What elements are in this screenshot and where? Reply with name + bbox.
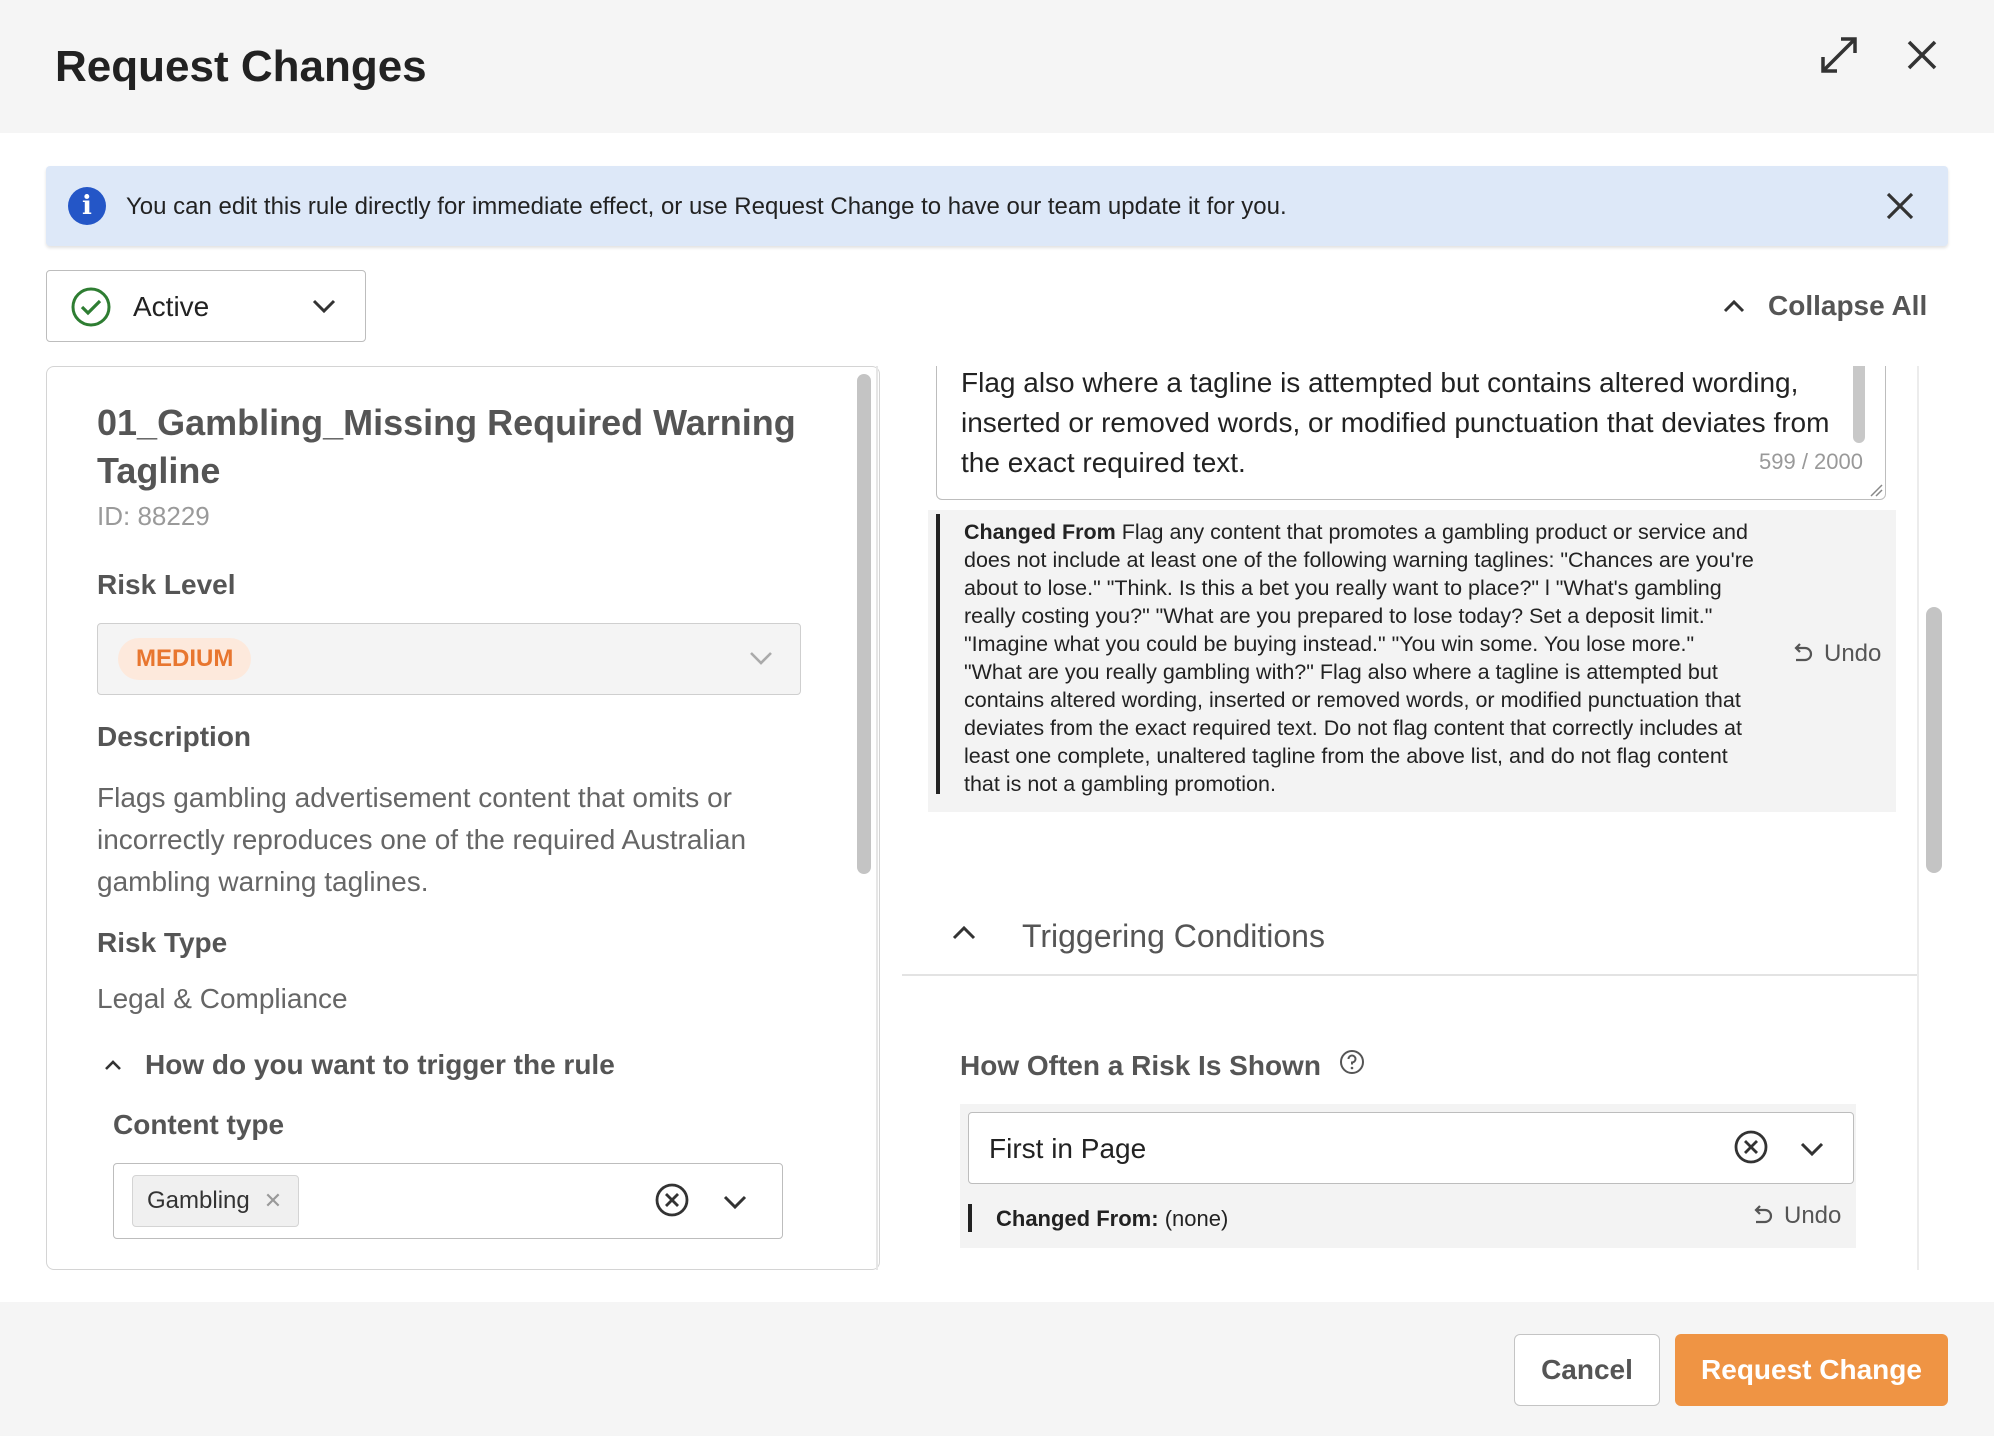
changed-indicator-bar bbox=[968, 1204, 972, 1232]
prompt-textarea[interactable]: Flag also where a tagline is attempted b… bbox=[936, 366, 1886, 500]
close-icon[interactable] bbox=[1880, 186, 1920, 226]
description-text: Flags gambling advertisement content tha… bbox=[97, 782, 747, 897]
status-value: Active bbox=[133, 291, 210, 322]
check-circle-icon bbox=[71, 287, 111, 327]
rule-id: ID: 88229 bbox=[97, 501, 210, 531]
content-type-tag: Gambling ✕ bbox=[132, 1175, 300, 1227]
prompt-changed-from: Changed From Flag any content that promo… bbox=[928, 510, 1896, 812]
changed-from-value: Flag any content that promotes a gamblin… bbox=[964, 520, 1754, 796]
undo-label: Undo bbox=[1824, 640, 1882, 667]
cancel-button[interactable]: Cancel bbox=[1514, 1334, 1660, 1406]
rule-name: 01_Gambling_Missing Required Warning Tag… bbox=[97, 402, 796, 491]
triggering-conditions-toggle[interactable]: Triggering Conditions bbox=[902, 894, 1918, 976]
changed-indicator-bar bbox=[936, 514, 940, 794]
remove-tag-icon[interactable]: ✕ bbox=[264, 1188, 282, 1214]
frequency-label: How Often a Risk Is Shown bbox=[960, 1050, 1321, 1081]
right-panel-divider bbox=[1917, 366, 1919, 1270]
undo-button[interactable]: Undo bbox=[1790, 640, 1881, 668]
status-select[interactable]: Active bbox=[46, 270, 366, 342]
chevron-down-icon bbox=[750, 652, 772, 665]
info-banner-text: You can edit this rule directly for imme… bbox=[126, 193, 1287, 220]
chevron-down-icon bbox=[312, 299, 336, 314]
description-label: Description bbox=[97, 721, 252, 752]
help-icon[interactable] bbox=[1338, 1048, 1366, 1076]
undo-icon bbox=[1754, 1205, 1773, 1224]
triggering-conditions-title: Triggering Conditions bbox=[1022, 918, 1325, 954]
frequency-field-wrap: First in Page Changed From: (none) Undo bbox=[960, 1104, 1856, 1248]
undo-button[interactable]: Undo bbox=[1750, 1202, 1841, 1230]
changed-from-text: Changed From Flag any content that promo… bbox=[964, 518, 1754, 798]
chevron-down-icon bbox=[723, 1195, 747, 1210]
clear-circle-icon[interactable] bbox=[654, 1182, 690, 1218]
prompt-scrollbar[interactable] bbox=[1853, 366, 1865, 443]
risk-type-label: Risk Type bbox=[97, 927, 228, 958]
frequency-value: First in Page bbox=[989, 1133, 1147, 1164]
chevron-up-icon bbox=[952, 925, 976, 940]
prompt-char-count: 599 / 2000 bbox=[1759, 449, 1863, 474]
chevron-up-icon bbox=[1723, 299, 1745, 313]
rule-edit-panel: Flag also where a tagline is attempted b… bbox=[902, 366, 1918, 1270]
risk-type-value: Legal & Compliance bbox=[97, 983, 348, 1014]
changed-from-value: (none) bbox=[1164, 1206, 1229, 1231]
info-icon: i bbox=[68, 187, 106, 225]
risk-level-select[interactable]: MEDIUM bbox=[97, 623, 801, 695]
undo-label: Undo bbox=[1784, 1202, 1842, 1229]
clear-circle-icon[interactable] bbox=[1733, 1129, 1769, 1165]
changed-from-label: Changed From bbox=[964, 520, 1116, 544]
risk-level-label: Risk Level bbox=[97, 569, 236, 600]
risk-level-badge: MEDIUM bbox=[118, 638, 252, 680]
collapse-all-button[interactable]: Collapse All bbox=[1722, 290, 1927, 322]
content-type-select[interactable]: Gambling ✕ bbox=[113, 1163, 783, 1239]
resize-grip-icon[interactable] bbox=[1867, 481, 1883, 497]
collapse-all-label: Collapse All bbox=[1768, 290, 1928, 321]
trigger-section-toggle[interactable]: How do you want to trigger the rule bbox=[103, 1049, 615, 1081]
close-icon[interactable] bbox=[1897, 30, 1947, 80]
trigger-section-label: How do you want to trigger the rule bbox=[145, 1049, 615, 1080]
chevron-up-icon bbox=[105, 1060, 121, 1070]
expand-arrows-icon[interactable] bbox=[1814, 30, 1864, 80]
left-panel-scrollbar[interactable] bbox=[857, 374, 871, 874]
frequency-select[interactable]: First in Page bbox=[968, 1112, 1854, 1184]
prompt-text: Flag also where a tagline is attempted b… bbox=[961, 367, 1830, 478]
changed-from-label: Changed From: bbox=[996, 1206, 1159, 1231]
request-change-button[interactable]: Request Change bbox=[1675, 1334, 1948, 1406]
undo-icon bbox=[1794, 643, 1813, 662]
chevron-down-icon bbox=[1800, 1142, 1824, 1157]
rule-details-panel: 01_Gambling_Missing Required Warning Tag… bbox=[46, 366, 880, 1270]
left-panel-divider bbox=[876, 366, 878, 1270]
modal-header: Request Changes bbox=[0, 0, 1994, 133]
info-banner: i You can edit this rule directly for im… bbox=[46, 166, 1948, 246]
content-type-label: Content type bbox=[113, 1109, 285, 1140]
modal-footer: Cancel Request Change bbox=[0, 1302, 1994, 1436]
right-panel-scrollbar[interactable] bbox=[1926, 607, 1942, 873]
modal-title: Request Changes bbox=[55, 42, 427, 91]
frequency-changed-from: Changed From: (none) Undo bbox=[968, 1202, 1848, 1234]
content-type-tag-label: Gambling bbox=[147, 1187, 250, 1214]
